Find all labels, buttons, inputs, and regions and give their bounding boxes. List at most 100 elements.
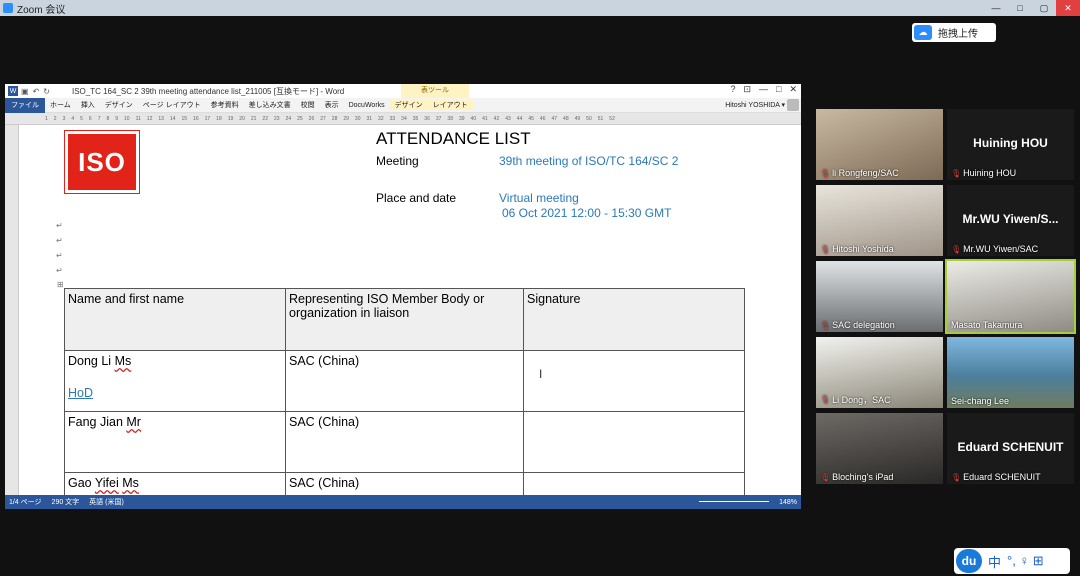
participant-tile[interactable]: Eduard SCHENUIT 🎙 Eduard SCHENUIT xyxy=(947,413,1074,484)
ruler-tick-label: 9 xyxy=(115,115,119,122)
header-organization[interactable]: Representing ISO Member Body or organiza… xyxy=(285,288,524,351)
zoom-icon xyxy=(3,3,13,13)
vertical-ruler[interactable] xyxy=(5,125,19,495)
page-count[interactable]: 1/4 ページ xyxy=(9,497,42,507)
tab-docuworks[interactable]: DocuWorks xyxy=(344,102,390,109)
participant-given-name: Yifei xyxy=(94,476,119,490)
close-button[interactable]: ✕ xyxy=(1056,0,1080,16)
horizontal-ruler[interactable]: 1 2 3 4 5 6 7 8 9 10 11 12 13 14 15 16 17 18 19 20 21 22 23 24 2… xyxy=(5,113,801,125)
zoom-level[interactable]: 148% xyxy=(779,499,797,506)
ime-language[interactable]: 中 xyxy=(988,552,1001,571)
ruler-tick-label: 49 xyxy=(574,115,581,122)
iso-logo: ISO xyxy=(64,130,140,194)
tab-home[interactable]: ホーム xyxy=(45,100,76,110)
ruler-tick-label: 14 xyxy=(169,115,176,122)
tab-references[interactable]: 参考資料 xyxy=(206,100,244,110)
participant-tile[interactable]: Huining HOU 🎙 Huining HOU xyxy=(947,109,1074,180)
word-maximize-button[interactable]: □ xyxy=(776,84,781,95)
ruler-tick-label: 30 xyxy=(354,115,361,122)
participant-tile[interactable]: 🎙 Li Dong，SAC xyxy=(816,337,943,408)
document-page[interactable]: ISO ATTENDANCE LIST Meeting 39th meeting… xyxy=(19,125,789,509)
tab-table-design[interactable]: デザイン xyxy=(389,100,428,110)
muted-mic-icon: 🎙 xyxy=(820,168,831,178)
tab-file[interactable]: ファイル xyxy=(5,97,45,113)
table-move-handle[interactable]: ⊞ xyxy=(57,280,64,289)
word-status-bar: 1/4 ページ 290 文字 英語 (米国) 148% xyxy=(5,495,801,509)
ruler-tick-label: 3 xyxy=(62,115,66,122)
signature-cell[interactable] xyxy=(523,411,745,473)
word-count[interactable]: 290 文字 xyxy=(52,497,80,507)
organization-cell[interactable]: SAC (China) xyxy=(285,350,524,412)
ruler-tick-label: 44 xyxy=(516,115,523,122)
document-title: ISO_TC 164_SC 2 39th meeting attendance … xyxy=(71,86,345,96)
name-cell[interactable]: Fang Jian Mr xyxy=(64,411,286,473)
minimize-button[interactable]: — xyxy=(984,0,1008,16)
ime-tools[interactable]: °, ♀ ⊞ xyxy=(1007,553,1044,569)
avatar[interactable] xyxy=(787,99,799,111)
participant-label: Sei-chang Lee xyxy=(951,396,1010,406)
paragraph-mark: ↵ xyxy=(56,236,63,245)
signature-cell[interactable] xyxy=(523,350,745,412)
ruler-tick-label: 7 xyxy=(97,115,101,122)
ruler-tick-label: 36 xyxy=(424,115,430,122)
tab-page-layout[interactable]: ページ レイアウト xyxy=(138,100,206,110)
ruler-tick-label: 17 xyxy=(204,115,211,122)
redo-icon[interactable]: ↻ xyxy=(43,87,50,96)
header-signature[interactable]: Signature xyxy=(523,288,745,351)
ruler-tick-label: 8 xyxy=(106,115,110,122)
organization-cell[interactable]: SAC (China) xyxy=(285,411,524,473)
tab-review[interactable]: 校閲 xyxy=(296,100,320,110)
ruler-tick-label: 2 xyxy=(53,115,57,122)
participant-label: 🎙 Li Dong，SAC xyxy=(820,395,891,405)
participant-tile[interactable]: 🎙 Bloching's iPad xyxy=(816,413,943,484)
ruler-tick-label: 16 xyxy=(193,115,199,122)
participant-tile[interactable]: 🎙 li Rongfeng/SAC xyxy=(816,109,943,180)
date-value: 06 Oct 2021 12:00 - 15:30 GMT xyxy=(502,206,672,220)
participant-tile-active-speaker[interactable]: Masato Takamura xyxy=(945,259,1076,334)
ruler-tick-label: 26 xyxy=(308,115,315,122)
name-cell[interactable]: Dong Li Ms HoD xyxy=(64,350,286,412)
ruler-tick-label: 35 xyxy=(412,115,419,122)
ruler-tick-label: 51 xyxy=(597,115,604,122)
participant-name: Gao xyxy=(68,476,92,490)
tab-table-layout[interactable]: レイアウト xyxy=(427,100,473,110)
user-name[interactable]: Hitoshi YOSHIDA ▾ xyxy=(725,101,785,109)
ruler-tick-label: 50 xyxy=(586,115,592,122)
word-minimize-button[interactable]: — xyxy=(759,84,768,95)
participant-big-name: Eduard SCHENUIT xyxy=(957,440,1064,454)
word-close-button[interactable]: ✕ xyxy=(789,84,797,95)
tab-insert[interactable]: 挿入 xyxy=(76,100,100,110)
ruler-tick-label: 48 xyxy=(563,115,569,122)
tab-mailings[interactable]: 差し込み文書 xyxy=(244,100,296,110)
header-name[interactable]: Name and first name xyxy=(64,288,286,351)
language-status[interactable]: 英語 (米国) xyxy=(89,497,124,507)
ruler-tick-label: 1 xyxy=(45,115,48,122)
ruler-tick-label: 20 xyxy=(239,115,245,122)
help-button[interactable]: ? xyxy=(730,84,735,95)
ruler-tick-label: 42 xyxy=(493,115,500,122)
participant-tile[interactable]: Mr.WU Yiwen/S... 🎙 Mr.WU Yiwen/SAC xyxy=(947,185,1074,256)
ruler-tick-label: 41 xyxy=(482,115,488,122)
ruler-tick-label: 27 xyxy=(320,115,326,122)
ruler-tick-label: 52 xyxy=(609,115,615,122)
table-tools-label: 表ツール xyxy=(401,84,469,98)
participant-tile[interactable]: Sei-chang Lee xyxy=(947,337,1074,408)
tab-view[interactable]: 表示 xyxy=(320,100,344,110)
participant-tile[interactable]: 🎙 Hitoshi Yoshida xyxy=(816,185,943,256)
participant-tile[interactable]: 🎙 SAC delegation xyxy=(816,261,943,332)
undo-icon[interactable]: ↶ xyxy=(33,87,40,96)
participant-label: 🎙 Huining HOU xyxy=(951,168,1017,178)
fullscreen-button[interactable]: ▢ xyxy=(1032,0,1056,16)
muted-mic-icon: 🎙 xyxy=(820,244,831,254)
baidu-logo-icon[interactable]: du xyxy=(956,549,982,573)
tab-design[interactable]: デザイン xyxy=(100,100,138,110)
drag-upload-button[interactable]: ☁ 拖拽上传 xyxy=(912,23,996,42)
zoom-slider[interactable] xyxy=(699,501,769,502)
restore-button[interactable]: □ xyxy=(1008,0,1032,16)
muted-mic-icon: 🎙 xyxy=(951,472,962,482)
paragraph-mark: ↵ xyxy=(56,251,63,260)
place-value: Virtual meeting xyxy=(499,191,579,205)
ribbon-display-button[interactable]: ⊡ xyxy=(743,84,751,95)
ruler-tick-label: 21 xyxy=(250,115,257,122)
save-icon[interactable]: ▣ xyxy=(21,87,29,96)
